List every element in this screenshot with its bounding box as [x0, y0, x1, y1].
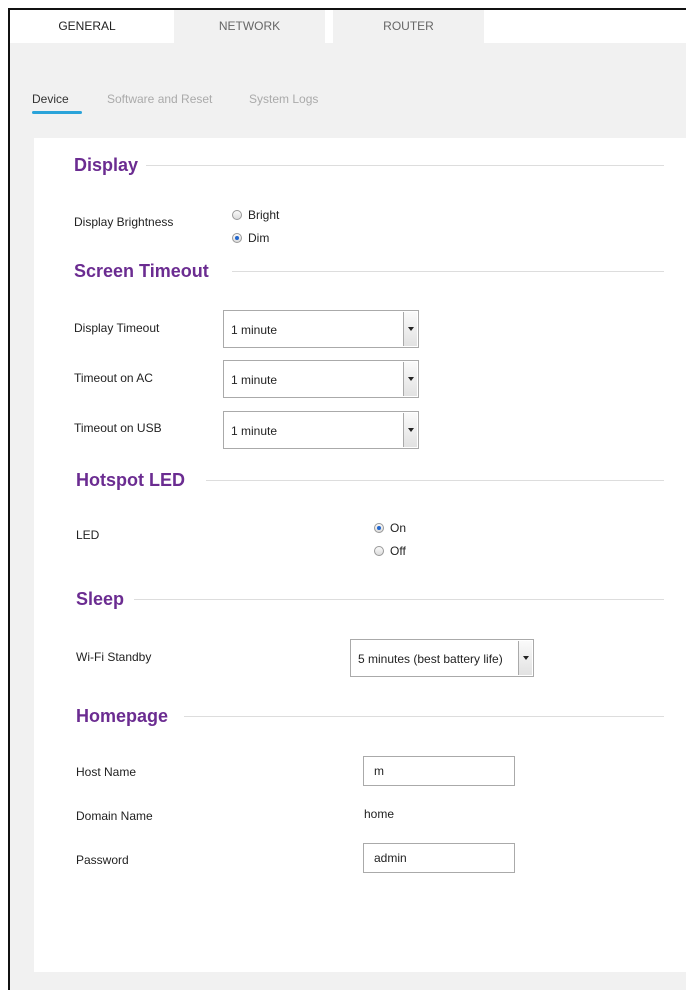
password-label: Password: [76, 853, 129, 867]
timeout-on-usb-label: Timeout on USB: [74, 421, 162, 435]
host-name-label: Host Name: [76, 765, 137, 779]
host-name-input[interactable]: [363, 756, 515, 786]
app-frame: GENERAL NETWORK ROUTER Device Software a…: [8, 8, 686, 990]
section-divider: [146, 165, 664, 166]
timeout-on-ac-select[interactable]: 1 minute: [223, 360, 419, 398]
radio-label: Bright: [248, 208, 280, 222]
display-brightness-label: Display Brightness: [74, 215, 174, 229]
select-value: 5 minutes (best battery life): [358, 652, 503, 666]
section-title-display: Display: [74, 155, 139, 175]
display-timeout-select[interactable]: 1 minute: [223, 310, 419, 348]
section-divider: [206, 480, 664, 481]
wifi-standby-label: Wi-Fi Standby: [76, 650, 152, 664]
chevron-down-icon[interactable]: [403, 312, 417, 346]
radio-button-selected[interactable]: [374, 523, 384, 533]
chevron-down-icon[interactable]: [518, 641, 532, 675]
wifi-standby-select[interactable]: 5 minutes (best battery life): [350, 639, 534, 677]
section-title-screen-timeout: Screen Timeout: [74, 261, 209, 281]
timeout-on-usb-select[interactable]: 1 minute: [223, 411, 419, 449]
domain-name-label: Domain Name: [76, 809, 153, 823]
section-title-sleep: Sleep: [76, 589, 125, 609]
display-timeout-label: Display Timeout: [74, 321, 160, 335]
radio-label: Off: [390, 544, 406, 558]
chevron-down-icon[interactable]: [403, 413, 417, 447]
domain-name-value: home: [364, 807, 395, 821]
subtab-device[interactable]: Device: [32, 92, 69, 106]
select-value: 1 minute: [231, 323, 278, 337]
brightness-option-dim[interactable]: Dim: [232, 231, 269, 245]
subtab-software-and-reset[interactable]: Software and Reset: [107, 92, 212, 106]
section-title-homepage: Homepage: [76, 706, 169, 726]
section-divider: [184, 716, 664, 717]
radio-button[interactable]: [232, 210, 242, 220]
select-value: 1 minute: [231, 424, 278, 438]
timeout-on-ac-label: Timeout on AC: [74, 371, 153, 385]
password-input[interactable]: [363, 843, 515, 873]
main-tabs: GENERAL NETWORK ROUTER: [10, 10, 686, 43]
section-divider: [134, 599, 664, 600]
settings-panel: Display Display Brightness Bright Dim Sc…: [34, 138, 686, 972]
subtab-system-logs[interactable]: System Logs: [249, 92, 318, 106]
tab-general[interactable]: GENERAL: [10, 10, 164, 43]
section-title-hotspot-led: Hotspot LED: [76, 470, 185, 490]
radio-button[interactable]: [374, 546, 384, 556]
select-value: 1 minute: [231, 373, 278, 387]
radio-label: Dim: [248, 231, 270, 245]
radio-button-selected[interactable]: [232, 233, 242, 243]
brightness-option-bright[interactable]: Bright: [232, 208, 279, 222]
led-label: LED: [76, 528, 100, 542]
tab-network[interactable]: NETWORK: [174, 10, 325, 43]
tab-router[interactable]: ROUTER: [333, 10, 484, 43]
led-option-on[interactable]: On: [374, 521, 406, 535]
chevron-down-icon[interactable]: [403, 362, 417, 396]
active-subtab-indicator: [32, 111, 82, 114]
section-divider: [232, 271, 664, 272]
radio-label: On: [390, 521, 407, 535]
led-option-off[interactable]: Off: [374, 544, 406, 558]
